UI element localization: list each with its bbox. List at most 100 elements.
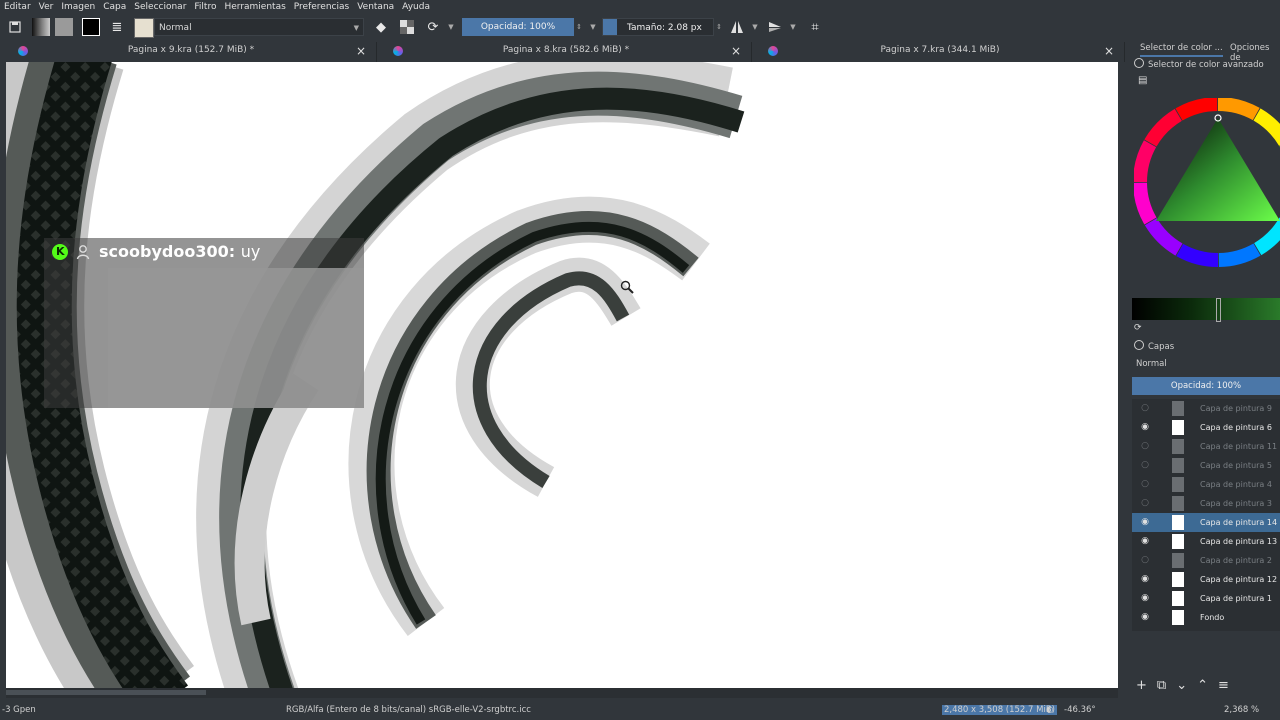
- eye-icon[interactable]: ◉: [1140, 574, 1150, 584]
- crop-icon[interactable]: ⌗: [806, 18, 824, 36]
- chevron-down-icon[interactable]: ▼: [446, 18, 456, 36]
- menu-ayuda[interactable]: Ayuda: [398, 2, 434, 12]
- add-layer-icon[interactable]: +: [1136, 678, 1147, 694]
- eye-icon[interactable]: ◉: [1140, 517, 1150, 527]
- pattern-swatch[interactable]: [55, 18, 73, 36]
- alpha-lock-icon[interactable]: [398, 18, 416, 36]
- eraser-icon[interactable]: ◆: [372, 18, 390, 36]
- rotation-value[interactable]: -46.36°: [1064, 705, 1096, 715]
- panel-icon: [1134, 58, 1144, 68]
- close-icon[interactable]: ×: [731, 44, 741, 58]
- color-selector-title: Selector de color avanzado: [1134, 58, 1264, 70]
- menu-filtro[interactable]: Filtro: [190, 2, 220, 12]
- refresh-icon[interactable]: ⟳: [1134, 323, 1144, 333]
- move-up-icon[interactable]: ⌃: [1197, 678, 1208, 694]
- eye-hidden-icon[interactable]: ○: [1140, 555, 1150, 565]
- menu-seleccionar[interactable]: Seleccionar: [130, 2, 190, 12]
- color-wheel[interactable]: [1133, 97, 1280, 268]
- layers-opacity-slider[interactable]: Opacidad: 100%: [1132, 377, 1280, 395]
- horizontal-scrollbar[interactable]: [6, 688, 1118, 698]
- eye-icon[interactable]: ◉: [1140, 593, 1150, 603]
- layers-blend-select[interactable]: Normal: [1136, 359, 1167, 369]
- rotation-icon[interactable]: ◐: [1046, 705, 1053, 715]
- eye-hidden-icon[interactable]: ○: [1140, 498, 1150, 508]
- save-icon[interactable]: [6, 18, 24, 36]
- layer-thumbnail: [1172, 477, 1184, 492]
- scrollbar-thumb[interactable]: [6, 690, 206, 695]
- brush-settings-icon[interactable]: ≣: [108, 18, 126, 36]
- layer-thumbnail: [1172, 458, 1184, 473]
- opacity-slider[interactable]: Opacidad: 100%: [462, 18, 574, 36]
- spin-arrows-icon[interactable]: ⇕: [574, 18, 584, 36]
- chat-overlay: K scoobydoo300: uy: [44, 238, 364, 408]
- layer-thumbnail: [1172, 553, 1184, 568]
- eye-hidden-icon[interactable]: ○: [1140, 479, 1150, 489]
- chevron-down-icon[interactable]: ▼: [788, 18, 798, 36]
- settings-icon[interactable]: ▤: [1138, 75, 1150, 87]
- eye-hidden-icon[interactable]: ○: [1140, 460, 1150, 470]
- layer-menu-icon[interactable]: ≡: [1218, 678, 1229, 694]
- layer-name: Capa de pintura 13: [1200, 537, 1278, 546]
- eye-hidden-icon[interactable]: ○: [1140, 403, 1150, 413]
- eye-icon[interactable]: ◉: [1140, 612, 1150, 622]
- blend-mode-select[interactable]: Normal ▼: [154, 18, 364, 36]
- spin-arrows-icon[interactable]: ⇕: [714, 18, 724, 36]
- menu-ventana[interactable]: Ventana: [353, 2, 398, 12]
- menu-herramientas[interactable]: Herramientas: [220, 2, 289, 12]
- reload-icon[interactable]: ⟳: [424, 18, 442, 36]
- menu-ver[interactable]: Ver: [35, 2, 58, 12]
- layer-row[interactable]: ◉ Capa de pintura 14: [1132, 513, 1280, 532]
- chevron-down-icon[interactable]: ▼: [750, 18, 760, 36]
- layer-row[interactable]: ○ Capa de pintura 9: [1132, 399, 1280, 418]
- layer-thumbnail: [1172, 496, 1184, 511]
- move-down-icon[interactable]: ⌄: [1176, 678, 1187, 694]
- zoom-value[interactable]: 2,368 %: [1224, 705, 1259, 715]
- tab-label: Pagina x 9.kra (152.7 MiB) *: [127, 45, 255, 55]
- tab-pagina-9[interactable]: Pagina x 9.kra (152.7 MiB) * ×: [6, 42, 377, 62]
- eye-icon[interactable]: ◉: [1140, 536, 1150, 546]
- menu-imagen[interactable]: Imagen: [57, 2, 99, 12]
- layer-row[interactable]: ○ Capa de pintura 5: [1132, 456, 1280, 475]
- layer-row[interactable]: ○ Capa de pintura 11: [1132, 437, 1280, 456]
- layer-row[interactable]: ◉ Capa de pintura 1: [1132, 589, 1280, 608]
- eye-icon[interactable]: ◉: [1140, 422, 1150, 432]
- layer-name: Capa de pintura 14: [1200, 518, 1278, 527]
- tab-pagina-8[interactable]: Pagina x 8.kra (582.6 MiB) * ×: [381, 42, 752, 62]
- size-slider[interactable]: Tamaño: 2.08 px: [602, 18, 714, 36]
- duplicate-layer-icon[interactable]: ⧉: [1157, 678, 1166, 694]
- gradient-swatch[interactable]: [32, 18, 50, 36]
- eye-hidden-icon[interactable]: ○: [1140, 441, 1150, 451]
- layer-name: Fondo: [1200, 613, 1225, 622]
- mirror-vertical-icon[interactable]: [766, 18, 784, 36]
- brush-name: -3 Gpen: [2, 705, 36, 715]
- layer-row[interactable]: ◉ Fondo: [1132, 608, 1280, 627]
- layer-name: Capa de pintura 9: [1200, 404, 1272, 413]
- color-history-strip[interactable]: [1132, 298, 1280, 322]
- close-icon[interactable]: ×: [1104, 44, 1114, 58]
- layer-row[interactable]: ◉ Capa de pintura 6: [1132, 418, 1280, 437]
- status-bar: -3 Gpen RGB/Alfa (Entero de 8 bits/canal…: [0, 700, 1280, 720]
- image-dimensions[interactable]: 2,480 x 3,508 (152.7 MiB): [942, 705, 1057, 715]
- menu-capa[interactable]: Capa: [99, 2, 130, 12]
- layer-row[interactable]: ◉ Capa de pintura 13: [1132, 532, 1280, 551]
- color-space[interactable]: RGB/Alfa (Entero de 8 bits/canal) sRGB-e…: [286, 705, 531, 715]
- layer-row[interactable]: ◉ Capa de pintura 12: [1132, 570, 1280, 589]
- menu-preferencias[interactable]: Preferencias: [290, 2, 353, 12]
- layer-thumbnail: [1172, 534, 1184, 549]
- mirror-horizontal-icon[interactable]: [728, 18, 746, 36]
- layers-title: Capas: [1134, 340, 1174, 352]
- strip-handle[interactable]: [1216, 298, 1221, 322]
- foreground-color-icon[interactable]: [82, 18, 100, 36]
- layer-row[interactable]: ○ Capa de pintura 2: [1132, 551, 1280, 570]
- layer-row[interactable]: ○ Capa de pintura 4: [1132, 475, 1280, 494]
- chevron-down-icon[interactable]: ▼: [588, 18, 598, 36]
- tab-label: Pagina x 8.kra (582.6 MiB) *: [502, 45, 630, 55]
- layer-thumbnail: [1172, 515, 1184, 530]
- close-icon[interactable]: ×: [356, 44, 366, 58]
- tab-color-selector[interactable]: Selector de color ...: [1140, 43, 1223, 57]
- brush-preset-icon[interactable]: [134, 18, 154, 38]
- layer-row[interactable]: ○ Capa de pintura 3: [1132, 494, 1280, 513]
- layer-actions: + ⧉ ⌄ ⌃ ≡: [1136, 678, 1276, 694]
- menu-editar[interactable]: Editar: [0, 2, 35, 12]
- tab-pagina-7[interactable]: Pagina x 7.kra (344.1 MiB) ×: [756, 42, 1125, 62]
